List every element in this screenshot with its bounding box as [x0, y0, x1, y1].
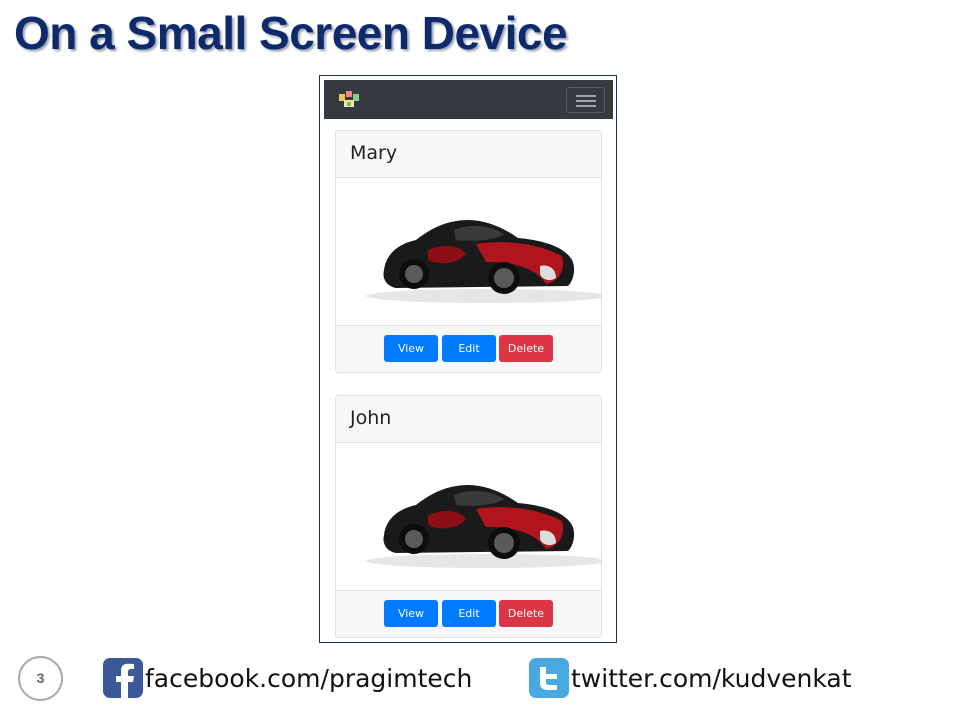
brand-logo-icon[interactable] [338, 90, 360, 108]
employee-card: John View Edit Delete [335, 395, 602, 638]
card-footer: View Edit Delete [336, 591, 601, 637]
delete-button[interactable]: Delete [499, 600, 553, 627]
card-footer: View Edit Delete [336, 326, 601, 372]
card-header-name: John [336, 396, 601, 443]
hamburger-menu-icon[interactable] [566, 87, 605, 113]
view-button[interactable]: View [384, 335, 438, 362]
edit-button[interactable]: Edit [442, 600, 496, 627]
delete-button[interactable]: Delete [499, 335, 553, 362]
slide-title: On a Small Screen Device [14, 7, 568, 59]
facebook-link-text[interactable]: facebook.com/pragimtech [145, 664, 472, 693]
twitter-icon [529, 658, 569, 698]
edit-button[interactable]: Edit [442, 335, 496, 362]
facebook-icon [103, 658, 143, 698]
view-button[interactable]: View [384, 600, 438, 627]
navbar [324, 80, 613, 119]
car-image [336, 178, 601, 326]
car-image [336, 443, 601, 591]
twitter-link-text[interactable]: twitter.com/kudvenkat [571, 664, 852, 693]
phone-screen: Mary View Edit Delete John View Edit Del… [319, 75, 617, 643]
employee-card: Mary View Edit Delete [335, 130, 602, 373]
card-header-name: Mary [336, 131, 601, 178]
slide-number: 3 [18, 656, 63, 701]
